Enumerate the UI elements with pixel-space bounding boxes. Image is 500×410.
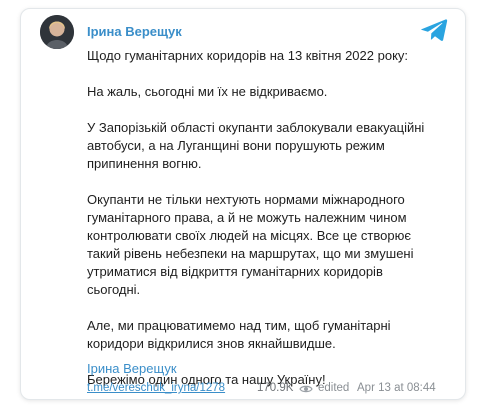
post-date[interactable]: Apr 13 at 08:44 [357,382,436,394]
edited-label: edited [318,382,350,394]
post-paragraph: На жаль, сьогодні ми їх не відкриваємо. [87,84,328,99]
telegram-logo-icon[interactable] [420,17,448,43]
post-paragraph: Але, ми працюватимемо над тим, щоб гуман… [87,318,391,351]
post-signature[interactable]: Ірина Верещук [87,361,177,376]
author-name[interactable]: Ірина Верещук [87,24,182,39]
post-paragraph: Щодо гуманітарних коридорів на 13 квітня… [87,48,409,63]
post-text: Щодо гуманітарних коридорів на 13 квітня… [87,47,432,407]
telegram-post-card: Ірина Верещук Щодо гуманітарних коридорі… [20,8,466,400]
post-footer: t.me/vereschuk_iryna/1278 170.9K edited … [87,382,452,400]
views-count: 170.9K [257,382,294,394]
post-link[interactable]: t.me/vereschuk_iryna/1278 [87,382,225,394]
post-paragraph: Окупанти не тільки нехтують нормами міжн… [87,192,414,297]
eye-icon [299,385,313,393]
avatar[interactable] [40,15,74,49]
post-header: Ірина Верещук [40,15,448,51]
post-paragraph: У Запорізькій області окупанти заблокува… [87,120,425,171]
